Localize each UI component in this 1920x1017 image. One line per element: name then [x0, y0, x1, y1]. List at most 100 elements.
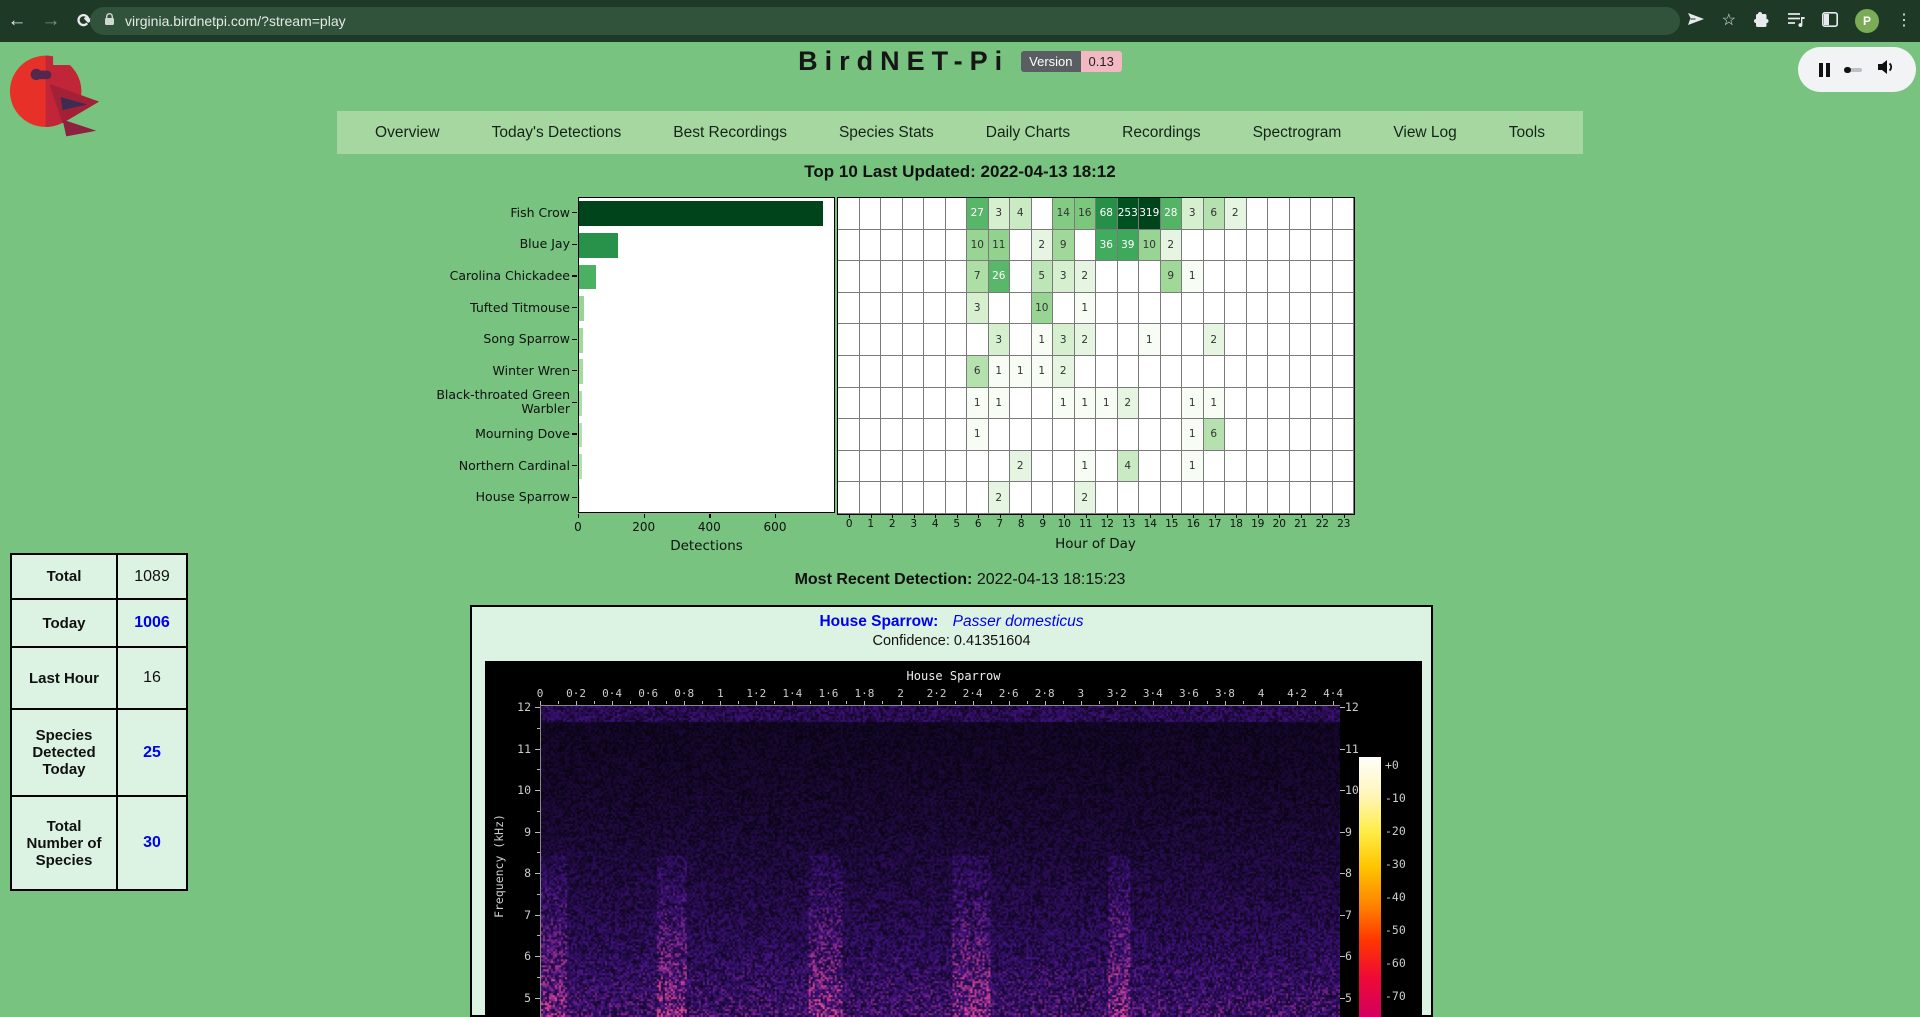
heatmap-cell — [989, 451, 1011, 483]
heatmap-cell — [1247, 356, 1269, 388]
heatmap-cell — [1053, 419, 1075, 451]
hour-axis-ticklabel: 4 — [925, 518, 945, 530]
nav-item-species-stats[interactable]: Species Stats — [813, 124, 960, 142]
heatmap-cell — [881, 356, 903, 388]
extensions-puzzle-icon[interactable] — [1753, 11, 1770, 32]
nav-item-spectrogram[interactable]: Spectrogram — [1227, 124, 1368, 142]
stats-value-link[interactable]: 1006 — [117, 599, 187, 647]
heatmap-cell — [838, 261, 860, 293]
heatmap-cell — [881, 230, 903, 262]
time-tickmark — [594, 701, 595, 704]
heatmap-cell — [1311, 356, 1333, 388]
heatmap-cell: 39 — [1118, 230, 1140, 262]
heatmap-cell — [1204, 356, 1226, 388]
time-tickmark — [1045, 701, 1046, 705]
heatmap-cell — [1096, 261, 1118, 293]
heatmap-cell — [1032, 482, 1054, 514]
time-tickmark — [1153, 701, 1154, 705]
heatmap-cell: 2 — [1118, 388, 1140, 420]
nav-item-tools[interactable]: Tools — [1483, 124, 1571, 142]
time-tickmark — [540, 701, 541, 705]
stats-value-link[interactable]: 30 — [117, 796, 187, 890]
heatmap-cell — [1290, 230, 1312, 262]
heatmap-cell: 6 — [1204, 419, 1226, 451]
time-tickmark — [1207, 701, 1208, 704]
hour-axis-ticklabel: 22 — [1312, 518, 1332, 530]
nav-item-daily-charts[interactable]: Daily Charts — [960, 124, 1096, 142]
y-tick — [572, 370, 577, 371]
hour-axis-ticklabel: 20 — [1269, 518, 1289, 530]
send-icon[interactable] — [1687, 11, 1705, 31]
time-ticklabel: 0·2 — [558, 687, 594, 700]
y-tick — [572, 433, 577, 434]
detections-bar — [579, 201, 823, 226]
detections-bar — [579, 359, 583, 384]
nav-item-today-s-detections[interactable]: Today's Detections — [466, 124, 648, 142]
heatmap-cell — [1225, 293, 1247, 325]
bookmark-star-icon[interactable]: ☆ — [1722, 13, 1736, 29]
y-tick — [572, 244, 577, 245]
nav-item-view-log[interactable]: View Log — [1367, 124, 1482, 142]
time-ticklabel: 3·6 — [1171, 687, 1207, 700]
heatmap-cell: 1 — [1182, 261, 1204, 293]
time-tickmark — [666, 701, 667, 704]
heatmap-cell — [1075, 419, 1097, 451]
heatmap-cell — [1333, 324, 1355, 356]
freq-ticklabel-right: 5 — [1345, 991, 1383, 1005]
heatmap-cell — [1290, 388, 1312, 420]
heatmap-cell: 2 — [1032, 230, 1054, 262]
heatmap-cell: 3 — [989, 198, 1011, 230]
heatmap-cell — [838, 324, 860, 356]
heatmap-cell — [967, 451, 989, 483]
address-bar[interactable]: virginia.birdnetpi.com/?stream=play — [90, 7, 1680, 35]
heatmap-cell — [1247, 293, 1269, 325]
stats-table: Total1089Today1006Last Hour16Species Det… — [10, 553, 188, 891]
species-common-name: House Sparrow: — [819, 613, 938, 630]
time-tickmark — [864, 701, 865, 705]
heatmap-cell: 1 — [1053, 388, 1075, 420]
db-ticklabel: -70 — [1385, 989, 1419, 1003]
hour-axis-ticklabel: 9 — [1033, 518, 1053, 530]
heatmap-cell — [881, 388, 903, 420]
detection-species-link[interactable]: House Sparrow: Passer domesticus — [472, 613, 1431, 631]
time-ticklabel: 4 — [1243, 687, 1279, 700]
stats-value-link[interactable]: 25 — [117, 709, 187, 796]
heatmap-cell — [1053, 482, 1075, 514]
y-tick — [572, 307, 577, 308]
nav-item-best-recordings[interactable]: Best Recordings — [647, 124, 813, 142]
species-label: Song Sparrow — [430, 325, 570, 353]
browser-menu-kebab-icon[interactable]: ⋮ — [1896, 13, 1912, 29]
media-playlist-icon[interactable] — [1787, 12, 1805, 31]
side-panel-icon[interactable] — [1822, 12, 1838, 31]
time-tickmark — [937, 701, 938, 705]
heatmap-cell — [924, 388, 946, 420]
lock-icon — [104, 13, 115, 29]
time-ticklabel: 4·4 — [1315, 687, 1351, 700]
heatmap-cell — [1290, 419, 1312, 451]
time-tickmark — [1261, 701, 1262, 705]
heatmap-cell: 1 — [967, 388, 989, 420]
nav-item-overview[interactable]: Overview — [349, 124, 466, 142]
freq-ticklabel-right: 8 — [1345, 866, 1383, 880]
heatmap-cell: 3 — [989, 324, 1011, 356]
nav-item-recordings[interactable]: Recordings — [1096, 124, 1226, 142]
time-tickmark — [973, 701, 974, 705]
heatmap-cell: 319 — [1139, 198, 1161, 230]
browser-back-button[interactable]: ← — [0, 10, 34, 32]
heatmap-cell — [1225, 356, 1247, 388]
heatmap-cell — [924, 261, 946, 293]
heatmap-cell — [1118, 482, 1140, 514]
detections-bar — [579, 423, 582, 448]
stats-row: Today1006 — [11, 599, 187, 647]
heatmap-cell — [1225, 388, 1247, 420]
species-latin-name: Passer domesticus — [953, 613, 1084, 630]
freq-minor-tickmark — [537, 977, 540, 978]
heatmap-cell — [1010, 482, 1032, 514]
browser-forward-button[interactable]: → — [34, 10, 68, 32]
bar-axis-tick — [709, 514, 710, 518]
profile-avatar[interactable]: P — [1855, 9, 1879, 33]
heatmap-cell — [1182, 293, 1204, 325]
heatmap-cell — [1268, 293, 1290, 325]
heatmap-cell — [1333, 451, 1355, 483]
heatmap-cell — [1290, 198, 1312, 230]
